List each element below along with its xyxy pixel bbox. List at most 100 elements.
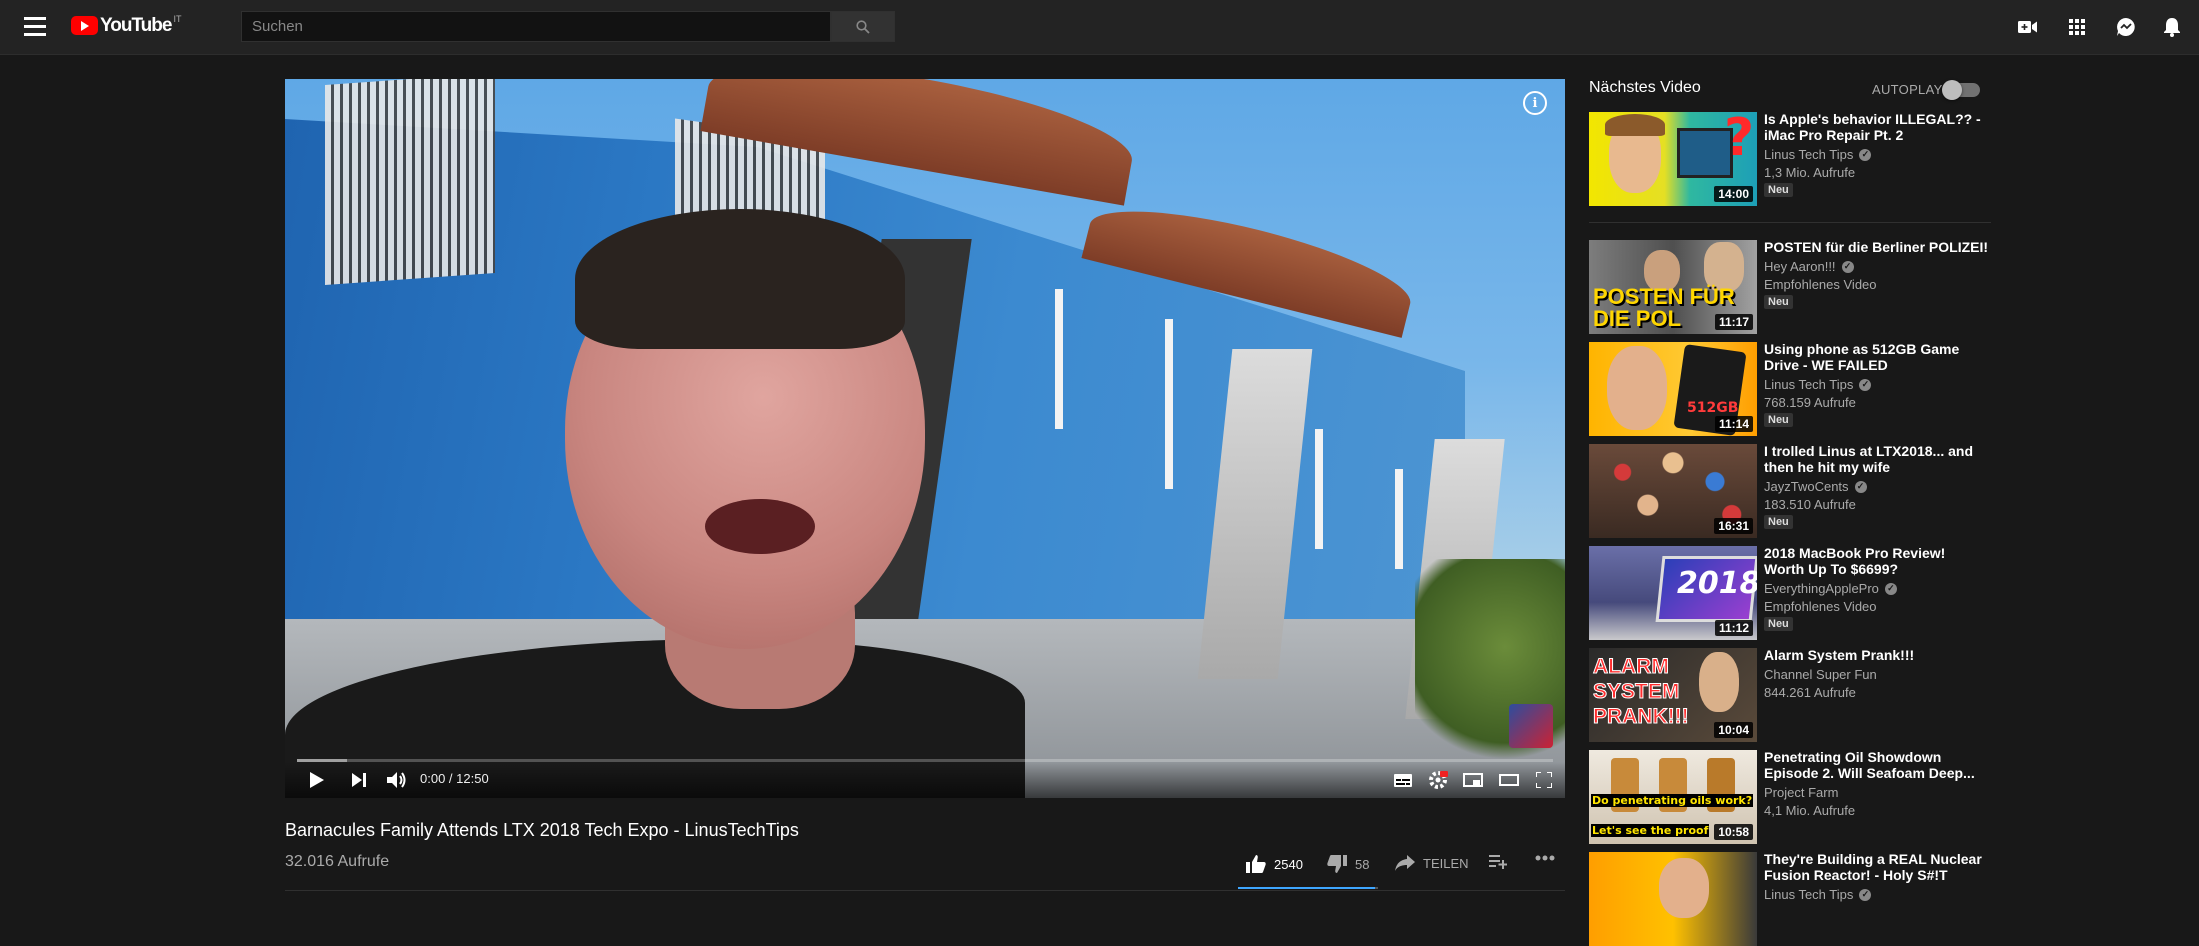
recommended-video-card[interactable]: 512GB 11:14 Using phone as 512GB Game Dr… (1589, 341, 1999, 436)
create-video-icon[interactable] (2016, 15, 2040, 39)
dislike-button[interactable]: 58 (1327, 855, 1369, 873)
player-controls: 0:00 / 12:50 (285, 762, 1565, 798)
verified-icon: ✓ (1859, 378, 1872, 391)
dislike-count: 58 (1355, 856, 1370, 872)
logo-text: YouTube (100, 15, 172, 36)
youtube-logo[interactable]: YouTube IT (71, 14, 181, 38)
settings-gear-icon[interactable] (1425, 768, 1451, 792)
video-frame-person-mouth (705, 499, 815, 554)
video-player[interactable]: i 0:00 / 12:50 (285, 79, 1565, 798)
new-badge: Neu (1764, 515, 1793, 529)
channel-name: Linus Tech Tips (1764, 377, 1854, 392)
time-display: 0:00 / 12:50 (420, 771, 489, 786)
video-thumbnail[interactable]: ALARM SYSTEM PRANK!!! 10:04 (1589, 648, 1757, 742)
video-thumbnail[interactable]: 512GB 11:14 (1589, 342, 1757, 436)
channel-name: Hey Aaron!!! (1764, 259, 1836, 274)
autoplay-toggle[interactable] (1942, 80, 1980, 100)
channel-name: JayzTwoCents (1764, 479, 1849, 494)
playlist-add-icon (1489, 855, 1507, 869)
top-bar: YouTube IT (0, 0, 2199, 55)
messages-icon[interactable] (2114, 15, 2138, 39)
video-thumbnail[interactable]: 2018 11:12 (1589, 546, 1757, 640)
search-icon (856, 19, 870, 34)
like-button[interactable]: 2540 (1246, 855, 1303, 873)
thumbs-down-icon (1327, 855, 1347, 873)
video-views: Empfohlenes Video (1764, 277, 1877, 292)
add-to-playlist-button[interactable] (1489, 855, 1507, 869)
video-duration: 11:12 (1714, 620, 1753, 636)
video-frame-window (1395, 469, 1403, 569)
thumbnail-text-top: Do penetrating oils work? (1591, 794, 1754, 807)
next-icon[interactable] (348, 768, 370, 792)
new-badge: Neu (1764, 413, 1793, 427)
video-title: I trolled Linus at LTX2018... and then h… (1764, 443, 1974, 475)
video-frame-window (1315, 429, 1323, 549)
share-icon (1395, 855, 1415, 871)
video-title: They're Building a REAL Nuclear Fusion R… (1764, 851, 1982, 883)
more-horizontal-icon (1535, 855, 1555, 861)
search-input[interactable] (241, 11, 831, 42)
more-actions-button[interactable] (1535, 855, 1555, 861)
apps-grid-icon[interactable] (2065, 15, 2089, 39)
youtube-play-icon (71, 16, 98, 35)
recommended-video-card[interactable]: They're Building a REAL Nuclear Fusion R… (1589, 851, 1999, 946)
new-badge: Neu (1764, 183, 1793, 197)
video-title: Penetrating Oil Showdown Episode 2. Will… (1764, 749, 1975, 781)
like-ratio-fill (1238, 887, 1375, 889)
video-duration: 11:17 (1714, 314, 1753, 330)
video-thumbnail[interactable]: POSTEN FÜR DIE POL 11:17 (1589, 240, 1757, 334)
thumbnail-text: 2018 (1677, 566, 1757, 601)
verified-icon: ✓ (1884, 582, 1897, 595)
info-divider (285, 890, 1565, 891)
fullscreen-icon[interactable] (1531, 768, 1557, 792)
info-icon[interactable]: i (1523, 91, 1547, 115)
share-label: TEILEN (1423, 855, 1469, 871)
video-duration: 10:58 (1714, 824, 1753, 840)
video-views: 4,1 Mio. Aufrufe (1764, 803, 1856, 818)
channel-name: Linus Tech Tips (1764, 887, 1854, 902)
video-thumbnail[interactable] (1589, 852, 1757, 946)
search-button[interactable] (831, 11, 895, 42)
video-frame-window (1165, 319, 1173, 489)
thumbnail-text: 512GB (1687, 400, 1739, 416)
notifications-bell-icon[interactable] (2160, 15, 2184, 39)
recommended-video-card[interactable]: ? 14:00 Is Apple's behavior ILLEGAL?? - … (1589, 111, 1999, 206)
verified-icon: ✓ (1859, 148, 1872, 161)
thumbnail-text-bottom: Let's see the proof (1591, 824, 1710, 837)
like-count: 2540 (1274, 856, 1303, 872)
video-thumbnail[interactable]: ? 14:00 (1589, 112, 1757, 206)
share-button[interactable]: TEILEN (1395, 855, 1469, 871)
video-duration: 10:04 (1714, 722, 1753, 738)
video-title: Barnacules Family Attends LTX 2018 Tech … (285, 820, 799, 840)
channel-name: EverythingApplePro (1764, 581, 1879, 596)
recommended-video-card[interactable]: Do penetrating oils work? Let's see the … (1589, 749, 1999, 844)
video-duration: 16:31 (1714, 518, 1753, 534)
recommended-video-card[interactable]: 16:31 I trolled Linus at LTX2018... and … (1589, 443, 1999, 538)
channel-name: Linus Tech Tips (1764, 147, 1854, 162)
miniplayer-icon[interactable] (1460, 768, 1486, 792)
autoplay-label: AUTOPLAY (1872, 82, 1943, 97)
subtitles-icon[interactable] (1390, 768, 1416, 792)
view-count: 32.016 Aufrufe (285, 853, 390, 870)
play-icon[interactable] (305, 768, 329, 792)
menu-icon[interactable] (24, 17, 46, 37)
theater-mode-icon[interactable] (1496, 768, 1522, 792)
autoplay-toggle-knob (1942, 80, 1962, 100)
video-thumbnail[interactable]: 16:31 (1589, 444, 1757, 538)
recommended-video-card[interactable]: POSTEN FÜR DIE POL 11:17 POSTEN für die … (1589, 239, 1999, 334)
volume-icon[interactable] (385, 768, 409, 792)
video-views: 844.261 Aufrufe (1764, 685, 1856, 700)
sidebar-separator (1589, 222, 1991, 223)
channel-watermark[interactable] (1509, 704, 1553, 748)
recommended-video-card[interactable]: 2018 11:12 2018 MacBook Pro Review! Wort… (1589, 545, 1999, 640)
recommended-video-card[interactable]: ALARM SYSTEM PRANK!!! 10:04 Alarm System… (1589, 647, 1999, 742)
video-thumbnail[interactable]: Do penetrating oils work? Let's see the … (1589, 750, 1757, 844)
video-frame-window (1055, 289, 1063, 429)
video-title: Using phone as 512GB Game Drive - WE FAI… (1764, 341, 1960, 373)
verified-icon: ✓ (1854, 480, 1867, 493)
video-frame-vent (325, 79, 495, 285)
video-duration: 11:14 (1714, 416, 1753, 432)
up-next-heading: Nächstes Video (1589, 79, 1701, 96)
thumbnail-text: ALARM SYSTEM PRANK!!! (1593, 655, 1690, 729)
video-title: 2018 MacBook Pro Review! Worth Up To $66… (1764, 545, 1946, 577)
